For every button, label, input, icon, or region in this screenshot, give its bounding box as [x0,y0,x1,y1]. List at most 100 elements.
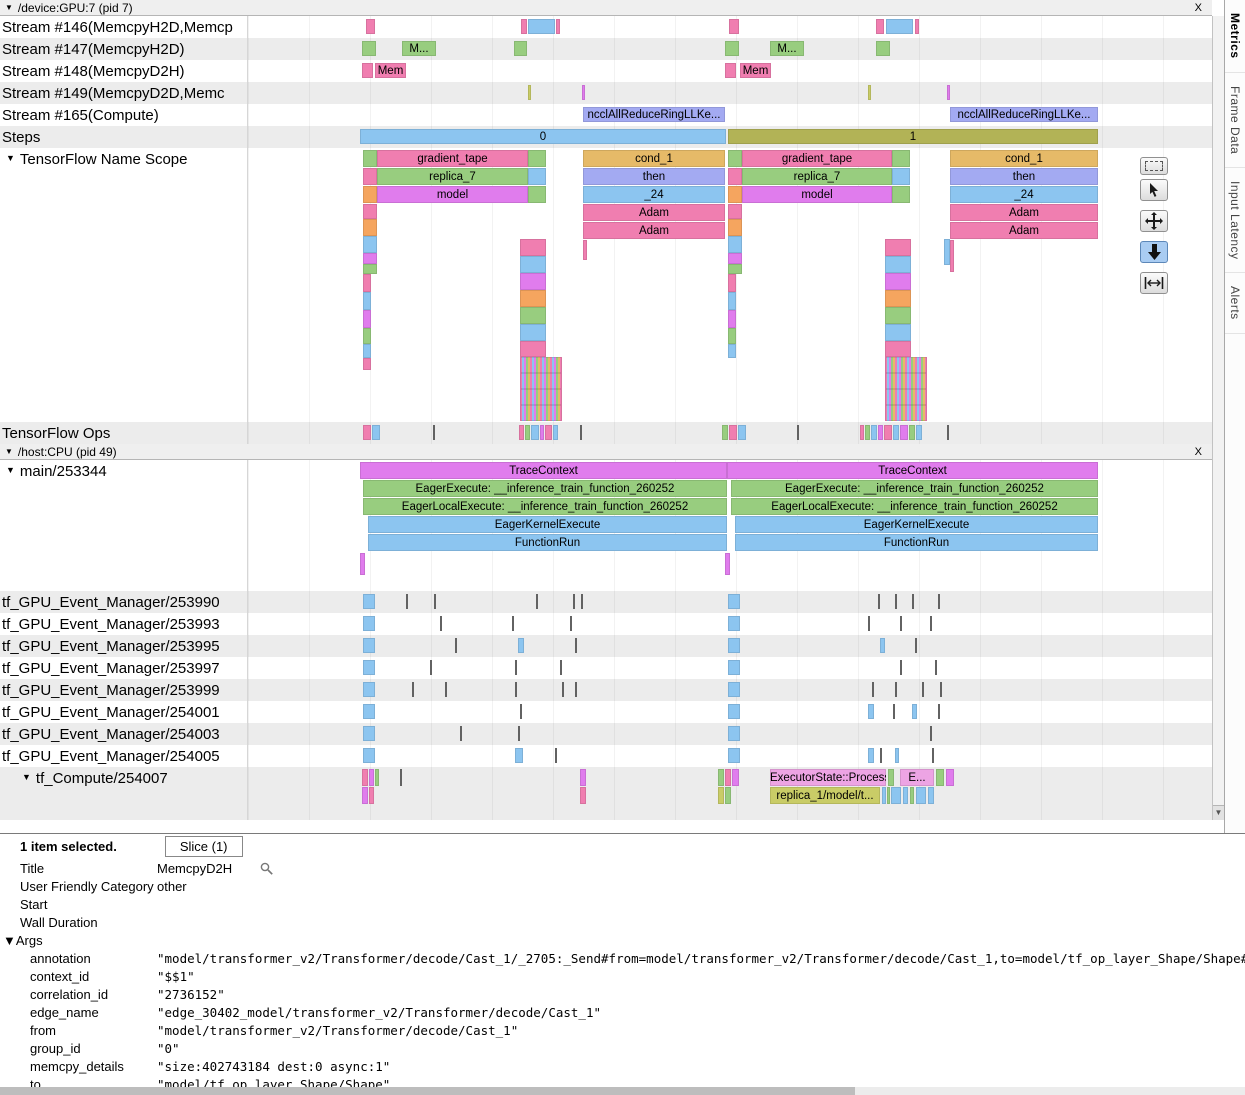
trace-slice-fragment[interactable] [582,85,585,100]
trace-slice-fragment[interactable] [412,682,414,697]
scroll-down-button[interactable]: ▼ [1213,805,1224,820]
trace-slice-fragment[interactable] [362,63,373,78]
trace-slice-fragment[interactable] [362,787,368,804]
magnifier-icon[interactable] [260,862,273,875]
trace-slice-fragment[interactable] [725,553,730,575]
trace-slice-fragment[interactable] [865,425,870,440]
trace-slice-fragment[interactable] [878,425,883,440]
sidebar-tab-metrics[interactable]: Metrics [1225,0,1245,73]
trace-slice-fragment[interactable] [372,425,380,440]
trace-slice-fragment[interactable] [725,63,736,78]
trace-slice-fragment[interactable] [732,769,739,786]
trace-slice-fragment[interactable] [885,307,911,324]
trace-slice-fragment[interactable] [518,638,524,653]
trace-slice-fragment[interactable] [728,274,736,292]
trace-slice-fragment[interactable] [515,660,517,675]
trace-slice-fragment[interactable] [912,594,914,609]
trace-slice-fragment[interactable] [885,239,911,256]
trace-slice-fragment[interactable] [938,594,940,609]
trace-slice-fragment[interactable] [728,594,740,609]
trace-slice-fragment[interactable] [363,726,375,741]
trace-slice-fragment[interactable] [580,787,586,804]
trace-slice-fragment[interactable] [520,389,562,405]
trace-slice-fragment[interactable] [729,425,737,440]
trace-slice-fragment[interactable] [363,219,377,236]
trace-slice-fragment[interactable] [581,594,583,609]
trace-slice-fragment[interactable] [363,204,377,219]
trace-slice[interactable]: _24 [950,186,1098,203]
tool-pan-button[interactable] [1140,210,1168,232]
trace-slice-fragment[interactable] [895,594,897,609]
trace-slice-fragment[interactable] [912,704,917,719]
row-label-steps[interactable]: Steps [0,126,248,148]
tool-timing-button[interactable] [1140,272,1168,294]
trace-slice-fragment[interactable] [536,594,538,609]
trace-slice-fragment[interactable] [375,769,379,786]
collapse-arrow-icon[interactable]: ▼ [22,772,31,782]
trace-slice[interactable]: 0 [360,129,726,144]
trace-slice-fragment[interactable] [369,769,374,786]
trace-slice-fragment[interactable] [512,616,514,631]
trace-slice-fragment[interactable] [430,660,432,675]
trace-slice[interactable]: TraceContext [727,462,1098,479]
horizontal-scrollbar-thumb[interactable] [0,1087,855,1095]
trace-slice-fragment[interactable] [400,769,402,786]
collapse-arrow-icon[interactable]: ▼ [6,465,15,475]
trace-slice-fragment[interactable] [885,341,911,357]
sidebar-tab-alerts[interactable]: Alerts [1225,273,1245,334]
trace-slice-fragment[interactable] [362,769,368,786]
trace-slice-fragment[interactable] [528,150,546,167]
trace-slice-fragment[interactable] [950,240,954,272]
trace-slice-fragment[interactable] [360,553,365,575]
trace-slice-fragment[interactable] [521,19,527,34]
trace-slice-fragment[interactable] [895,682,897,697]
trace-slice-fragment[interactable] [892,186,910,203]
trace-slice[interactable]: EagerLocalExecute: __inference_train_fun… [363,498,727,515]
trace-slice-fragment[interactable] [520,273,546,290]
trace-slice-fragment[interactable] [878,594,880,609]
trace-slice-fragment[interactable] [893,425,899,440]
trace-slice-fragment[interactable] [528,85,531,100]
trace-slice-fragment[interactable] [922,682,924,697]
trace-slice-fragment[interactable] [880,748,882,763]
trace-slice[interactable]: then [950,168,1098,185]
trace-slice-fragment[interactable] [895,748,899,763]
trace-slice-fragment[interactable] [455,638,457,653]
trace-slice-fragment[interactable] [363,274,371,292]
trace-slice[interactable]: FunctionRun [368,534,727,551]
trace-slice[interactable]: ncclAllReduceRingLLKe... [950,107,1098,122]
vertical-scrollbar[interactable]: ▼ [1212,16,1224,820]
trace-slice-fragment[interactable] [797,425,799,440]
trace-slice-fragment[interactable] [728,219,742,236]
trace-slice-fragment[interactable] [900,616,902,631]
trace-slice[interactable]: Adam [950,204,1098,221]
trace-slice-fragment[interactable] [938,704,940,719]
trace-slice-fragment[interactable] [520,704,522,719]
trace-slice-fragment[interactable] [936,769,944,786]
trace-slice-fragment[interactable] [434,594,436,609]
trace-slice[interactable]: Adam [583,204,725,221]
tool-selection-button[interactable] [1140,179,1168,201]
trace-slice-fragment[interactable] [728,748,740,763]
trace-slice-fragment[interactable] [580,769,586,786]
trace-slice-fragment[interactable] [520,324,546,341]
trace-slice-fragment[interactable] [580,425,582,440]
trace-slice-fragment[interactable] [886,19,913,34]
trace-slice-fragment[interactable] [885,357,927,373]
trace-slice-fragment[interactable] [885,389,927,405]
trace-slice-fragment[interactable] [871,425,877,440]
trace-slice-fragment[interactable] [556,19,560,34]
row-label-main-253344[interactable]: ▼main/253344 [0,460,248,591]
trace-slice-fragment[interactable] [930,616,932,631]
trace-slice-fragment[interactable] [583,240,587,260]
tool-marquee-select-button[interactable] [1140,157,1168,175]
row-label-tf-gpu-event-manager-254001[interactable]: tf_GPU_Event_Manager/254001 [0,701,248,723]
trace-slice[interactable]: replica_7 [742,168,892,185]
trace-slice[interactable]: M... [402,41,436,56]
collapse-arrow-icon[interactable]: ▼ [6,153,15,163]
trace-slice[interactable]: cond_1 [950,150,1098,167]
trace-slice-fragment[interactable] [553,425,558,440]
trace-slice-fragment[interactable] [876,19,884,34]
trace-slice[interactable]: gradient_tape [742,150,892,167]
trace-slice-fragment[interactable] [406,594,408,609]
